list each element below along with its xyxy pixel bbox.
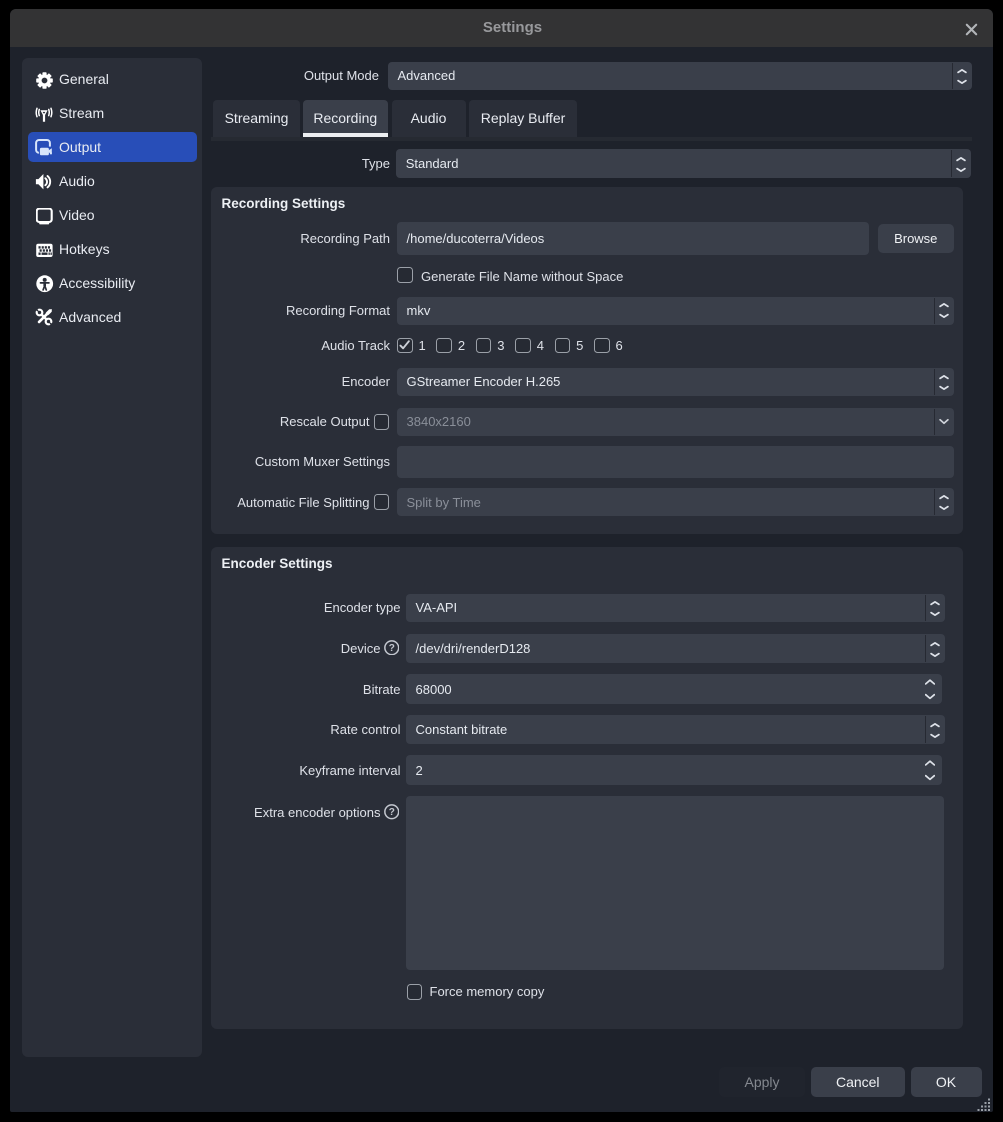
svg-text:?: ? [388, 643, 394, 654]
svg-text:?: ? [388, 807, 394, 818]
